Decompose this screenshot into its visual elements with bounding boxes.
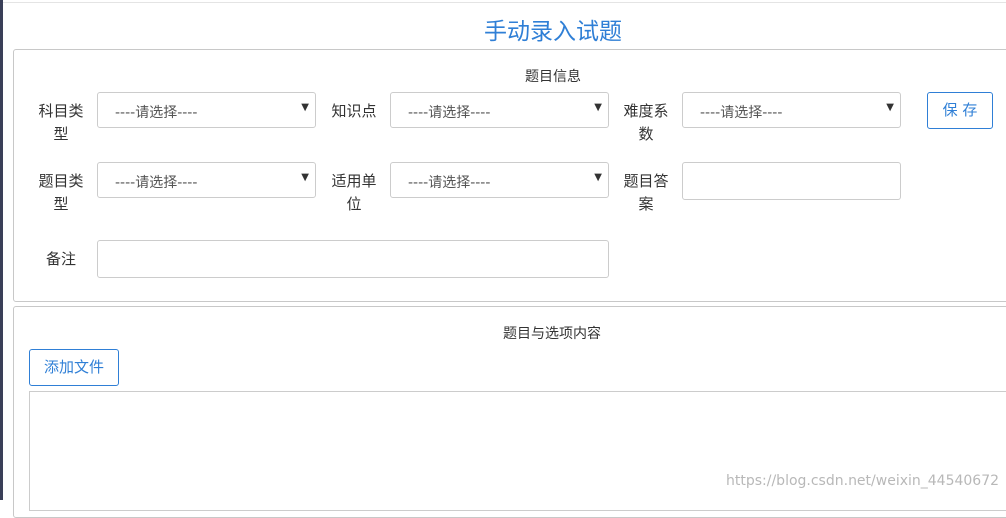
chevron-down-icon: ▼ [594,172,602,183]
question-content-editor[interactable] [29,391,1006,511]
applicable-unit-label: 适用单 位 [331,172,377,213]
applicable-unit-selected: ----请选择---- [408,175,491,191]
answer-input[interactable] [682,162,901,200]
save-button[interactable]: 保 存 [927,92,993,129]
question-content-title: 题目与选项内容 [503,326,601,342]
add-file-button[interactable]: 添加文件 [29,349,119,386]
chevron-down-icon: ▼ [301,172,309,183]
page-title: 手动录入试题 [484,19,622,45]
chevron-down-icon: ▼ [886,102,894,113]
knowledge-point-selected: ----请选择---- [408,105,491,121]
difficulty-selected: ----请选择---- [700,105,783,121]
remark-input[interactable] [97,240,609,278]
knowledge-point-select[interactable]: ----请选择---- ▼ [390,92,609,128]
subject-type-selected: ----请选择---- [115,105,198,121]
watermark: https://blog.csdn.net/weixin_44540672 [726,473,1000,489]
question-type-label: 题目类 型 [38,172,84,213]
window-left-edge [0,0,3,500]
top-divider [3,2,1006,3]
remark-label: 备注 [45,250,76,268]
question-type-select[interactable]: ----请选择---- ▼ [97,162,316,198]
chevron-down-icon: ▼ [594,102,602,113]
subject-type-label: 科目类 型 [38,102,84,143]
difficulty-select[interactable]: ----请选择---- ▼ [682,92,901,128]
chevron-down-icon: ▼ [301,102,309,113]
question-type-selected: ----请选择---- [115,175,198,191]
subject-type-select[interactable]: ----请选择---- ▼ [97,92,316,128]
answer-label: 题目答 案 [623,172,669,213]
question-info-title: 题目信息 [525,69,581,85]
applicable-unit-select[interactable]: ----请选择---- ▼ [390,162,609,198]
knowledge-point-label: 知识点 [331,102,377,120]
difficulty-label: 难度系 数 [623,102,669,143]
